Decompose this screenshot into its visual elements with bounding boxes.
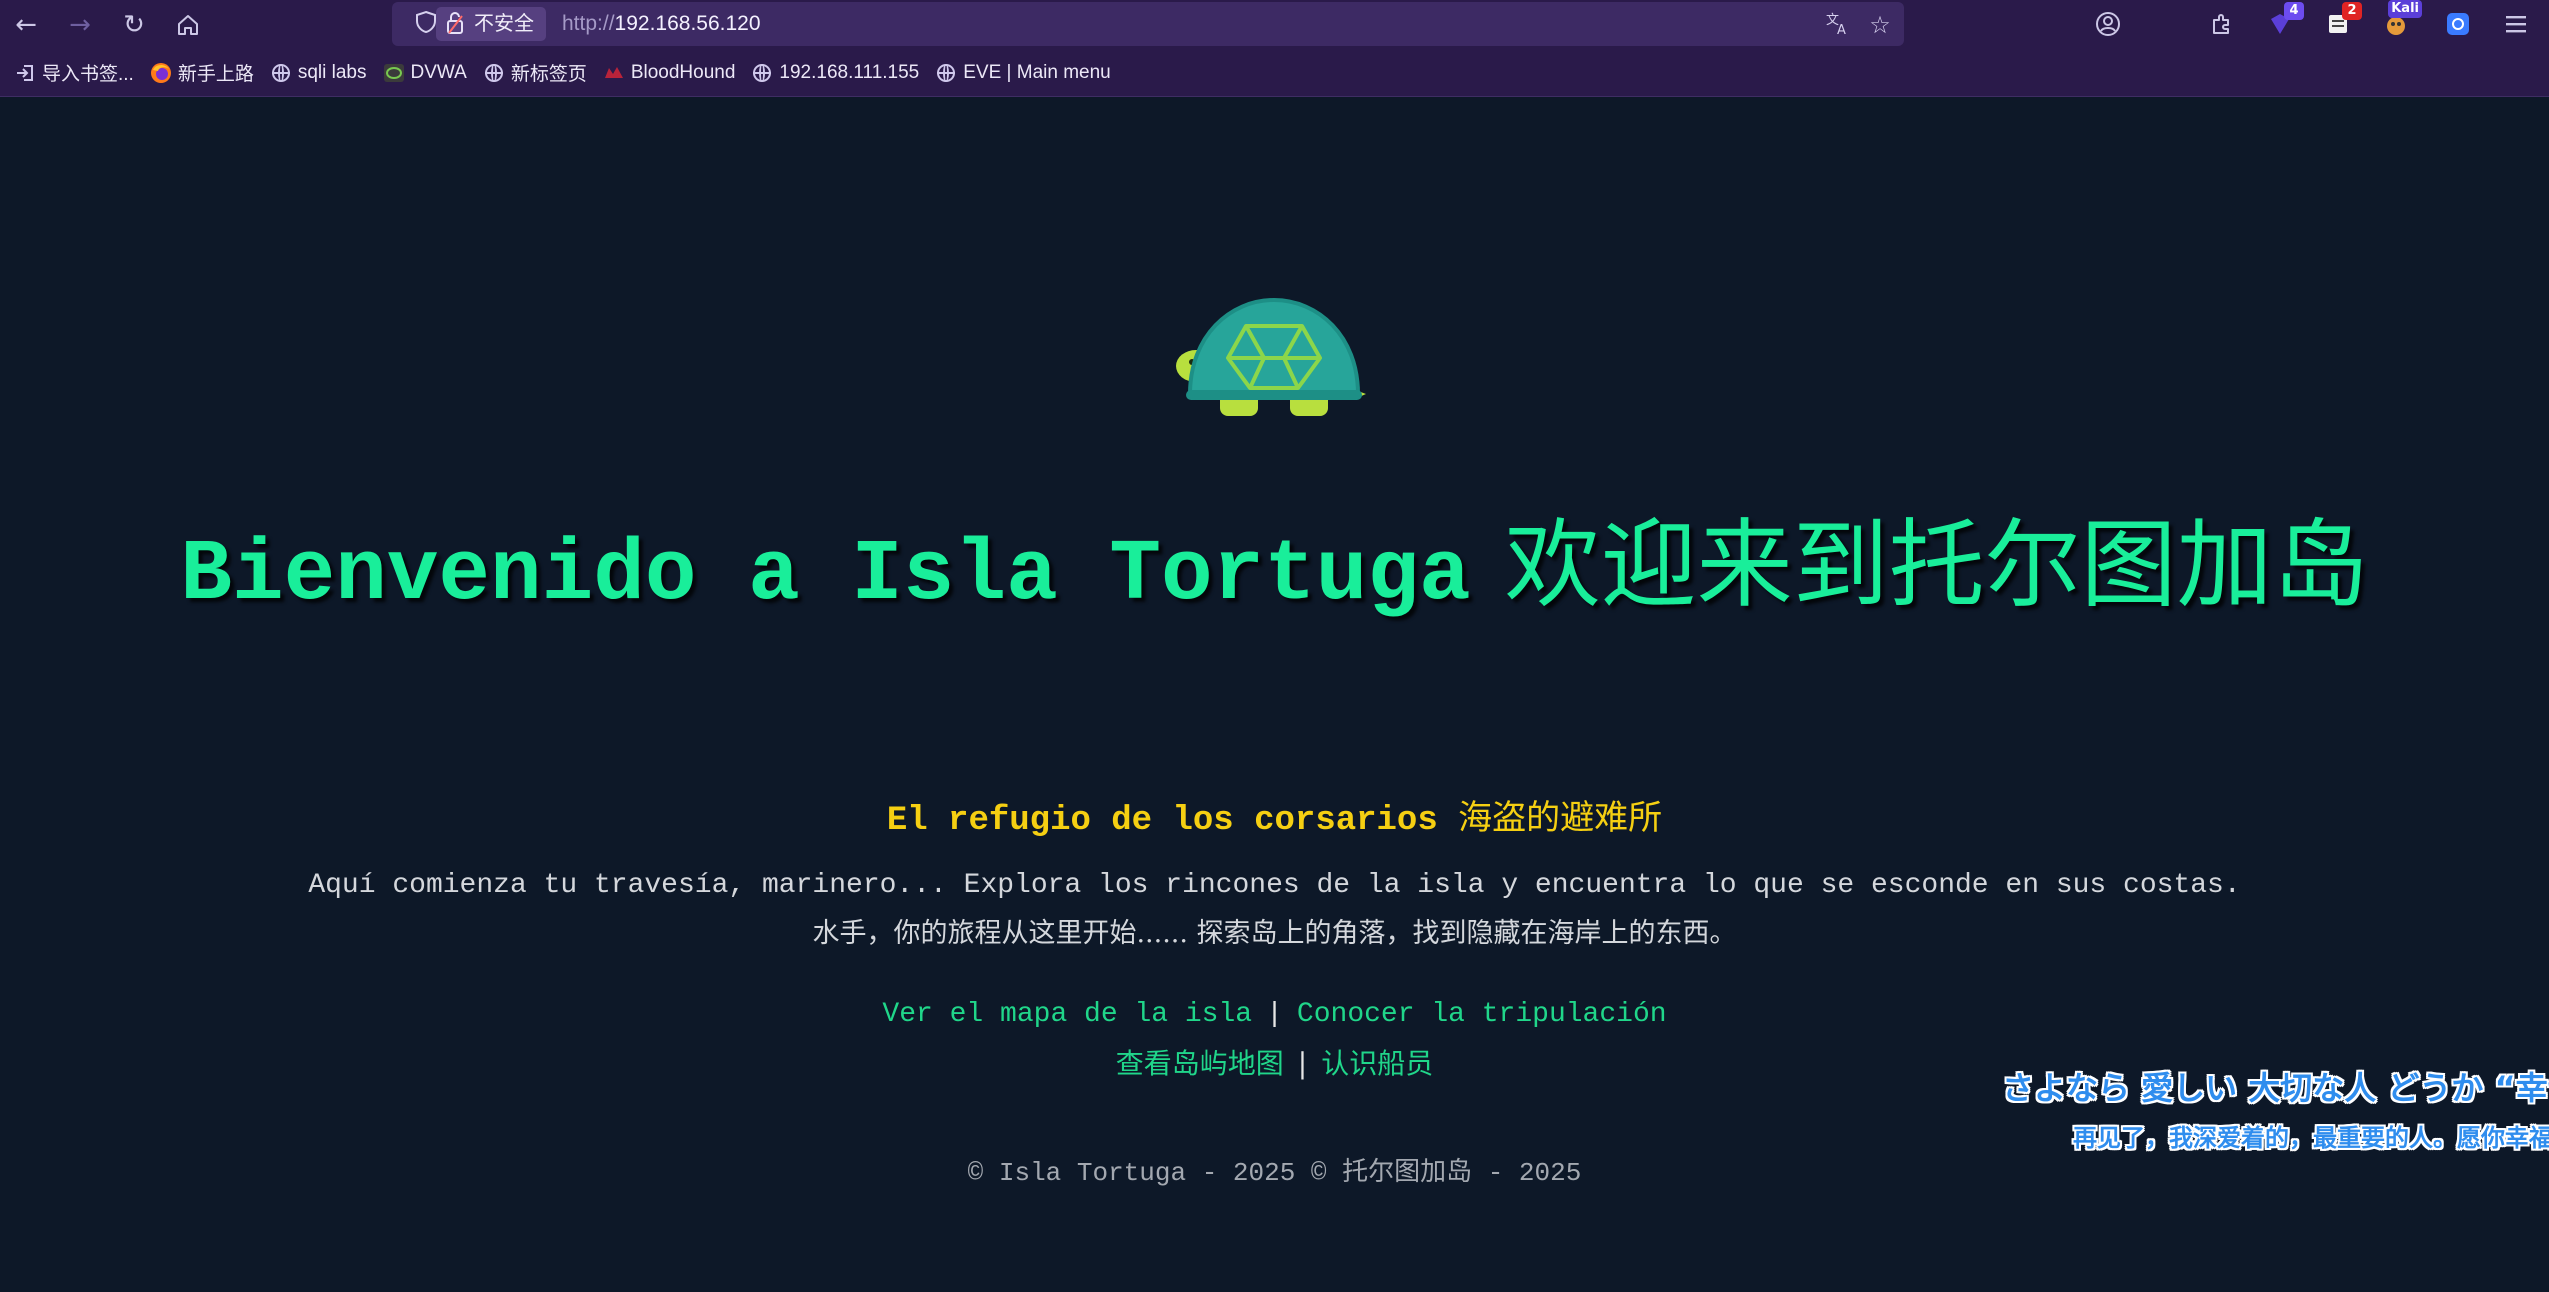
globe-icon xyxy=(751,62,773,84)
bookmark-bloodhound[interactable]: BloodHound xyxy=(597,55,742,91)
link-separator: | xyxy=(1266,999,1283,1030)
bookmark-label: 192.168.111.155 xyxy=(779,61,920,83)
lyric-line-japanese: さよなら 愛しい 大切な人 どうか “幸せに” xyxy=(2002,1069,2549,1107)
account-icon[interactable] xyxy=(2092,8,2124,40)
insecure-connection-badge[interactable]: 不安全 xyxy=(436,7,546,41)
url-text[interactable]: http://192.168.56.120 xyxy=(562,2,761,46)
page-subtitle: El refugio de los corsarios 海盗的避难所 xyxy=(0,790,2549,849)
link-crew[interactable]: Conocer la tripulación xyxy=(1297,999,1667,1030)
extensions-puzzle-icon[interactable] xyxy=(2206,8,2238,40)
bookmark-label: 导入书签... xyxy=(42,64,134,85)
bookmark-getting-started[interactable]: 新手上路 xyxy=(144,55,260,91)
url-host: 192.168.56.120 xyxy=(614,12,761,35)
import-icon xyxy=(14,62,36,84)
lyrics-overlay: さよなら 愛しい 大切な人 どうか “幸せに” 再见了，我深爱着的，最重要的人。… xyxy=(2000,1062,2549,1172)
forward-arrow-icon[interactable]: → xyxy=(61,6,99,44)
bookmark-label: DVWA xyxy=(410,61,467,83)
firefox-icon xyxy=(150,62,172,84)
globe-icon xyxy=(270,62,292,84)
bookmark-ip[interactable]: 192.168.111.155 xyxy=(745,55,925,91)
address-bar[interactable]: 不安全 http://192.168.56.120 文A ☆ xyxy=(392,2,1904,46)
link-separator: | xyxy=(1297,1047,1308,1080)
menu-hamburger-icon[interactable] xyxy=(2500,8,2532,40)
subtitle-chinese: 海盗的避难所 xyxy=(1458,798,1663,838)
extension-kali-icon[interactable]: Kali xyxy=(2380,0,2422,40)
svg-text:A: A xyxy=(1837,23,1846,36)
bookmark-eve[interactable]: EVE | Main menu xyxy=(929,55,1117,91)
bookmark-new-tab[interactable]: 新标签页 xyxy=(477,55,593,91)
globe-icon xyxy=(483,62,505,84)
extension-badge-count: 2 xyxy=(2342,2,2362,20)
bookmark-star-icon[interactable]: ☆ xyxy=(1865,10,1895,40)
home-icon[interactable] xyxy=(169,6,207,44)
link-island-map-zh[interactable]: 查看岛屿地图 xyxy=(1116,1047,1284,1080)
link-island-map[interactable]: Ver el mapa de la isla xyxy=(882,999,1252,1030)
link-crew-zh[interactable]: 认识船员 xyxy=(1321,1047,1433,1080)
bloodhound-icon xyxy=(603,62,625,84)
bookmark-label: EVE | Main menu xyxy=(963,61,1111,83)
intro-paragraph-chinese: 水手，你的旅程从这里开始...... 探索岛上的角落，找到隐藏在海岸上的东西。 xyxy=(812,918,1737,949)
extension-badge-count: 4 xyxy=(2284,2,2304,20)
turtle-icon xyxy=(1170,296,1370,426)
insecure-lock-icon xyxy=(446,11,464,45)
extension-badge-label: Kali xyxy=(2388,0,2422,18)
bookmark-import[interactable]: 导入书签... xyxy=(8,55,140,91)
dvwa-icon xyxy=(383,62,405,84)
browser-toolbar: ← → ↻ 不安全 http://192.168.56.120 文A ☆ 4 2 xyxy=(0,0,2549,49)
lyric-line-chinese: 再见了，我深爱着的，最重要的人。愿你幸福 xyxy=(2073,1124,2549,1152)
bookmark-sqli-labs[interactable]: sqli labs xyxy=(264,55,373,91)
url-protocol: http:// xyxy=(562,12,615,35)
intro-paragraph-spanish: Aquí comienza tu travesía, marinero... E… xyxy=(308,870,2241,901)
insecure-label: 不安全 xyxy=(474,13,534,35)
extension-screenshot-icon[interactable] xyxy=(2442,8,2474,40)
nav-links-spanish: Ver el mapa de la isla | Conocer la tripul… xyxy=(0,991,2549,1039)
title-spanish: Bienvenido a Isla Tortuga xyxy=(180,526,1471,624)
page-title: Bienvenido a Isla Tortuga 欢迎来到托尔图加岛 xyxy=(0,500,2549,640)
translate-icon[interactable]: 文A xyxy=(1823,10,1853,40)
back-arrow-icon[interactable]: ← xyxy=(7,6,45,44)
title-chinese: 欢迎来到托尔图加岛 xyxy=(1504,509,2369,621)
bookmark-dvwa[interactable]: DVWA xyxy=(377,55,473,91)
bookmark-label: 新标签页 xyxy=(510,64,587,85)
extension-shield-icon[interactable]: 4 xyxy=(2264,2,2304,40)
bookmarks-toolbar: 导入书签... 新手上路 sqli labs DVWA 新标签页 BloodHo… xyxy=(0,49,2549,97)
bookmark-label: sqli labs xyxy=(297,61,367,83)
bookmark-label: BloodHound xyxy=(630,61,736,83)
globe-icon xyxy=(935,62,957,84)
reload-icon[interactable]: ↻ xyxy=(115,6,153,44)
extension-notes-icon[interactable]: 2 xyxy=(2322,2,2362,40)
subtitle-spanish: El refugio de los corsarios xyxy=(886,802,1438,840)
bookmark-label: 新手上路 xyxy=(177,64,254,85)
